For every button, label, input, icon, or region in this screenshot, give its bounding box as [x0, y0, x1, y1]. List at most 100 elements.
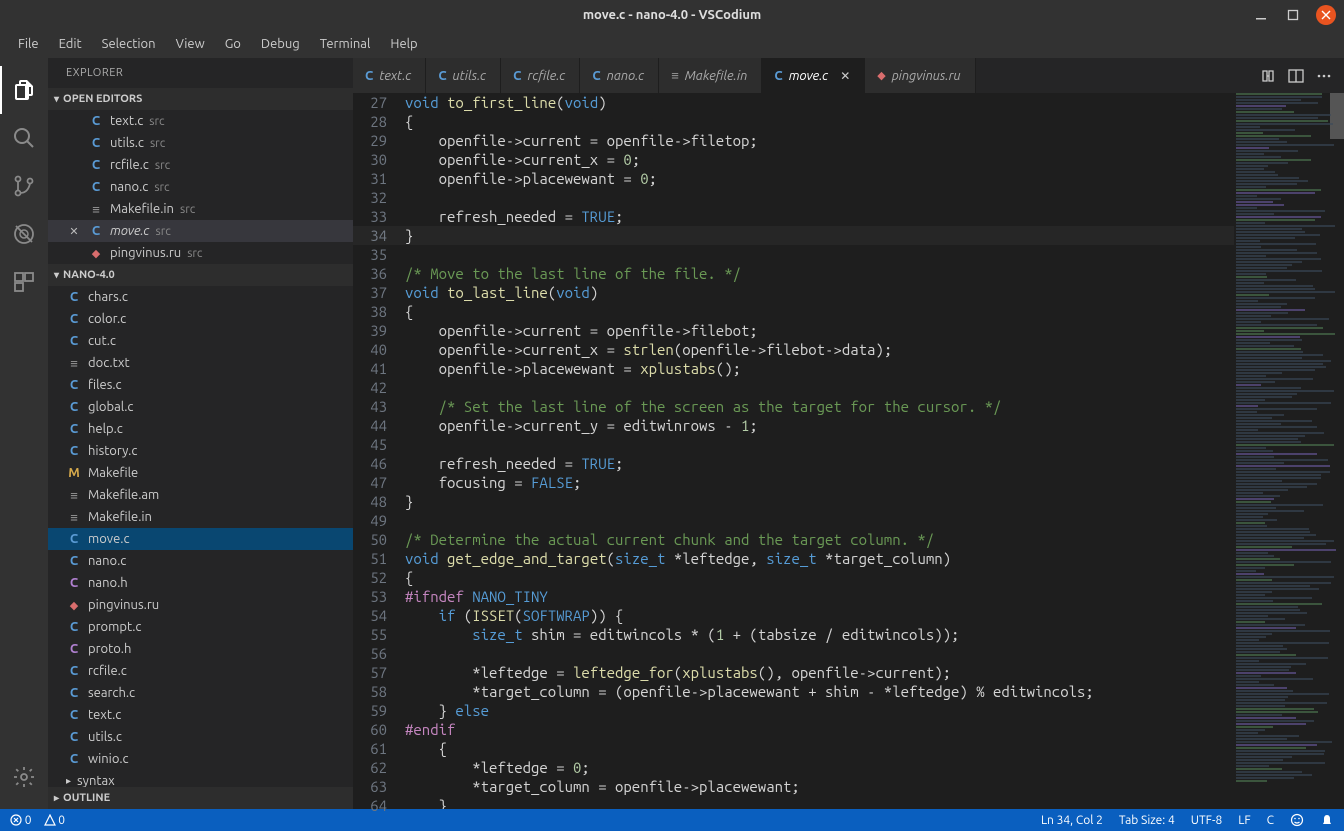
project-file-item[interactable]: Cnano.c — [48, 550, 353, 572]
code-line[interactable]: refresh_needed = TRUE; — [405, 207, 1234, 226]
code-line[interactable]: { — [405, 739, 1234, 758]
close-button[interactable] — [1316, 5, 1336, 25]
code-line[interactable] — [405, 245, 1234, 264]
tab-text-c[interactable]: Ctext.c — [353, 58, 426, 93]
project-file-item[interactable]: Ccut.c — [48, 330, 353, 352]
menu-view[interactable]: View — [166, 33, 215, 55]
code-line[interactable]: openfile->current_y = editwinrows - 1; — [405, 416, 1234, 435]
code-line[interactable]: openfile->current_x = strlen(openfile->f… — [405, 340, 1234, 359]
code-line[interactable]: openfile->placewewant = xplustabs(); — [405, 359, 1234, 378]
open-editor-item[interactable]: ≡Makefile.insrc — [48, 198, 353, 220]
status-feedback-icon[interactable] — [1290, 813, 1304, 827]
project-file-item[interactable]: Cfiles.c — [48, 374, 353, 396]
open-editor-item[interactable]: Crcfile.csrc — [48, 154, 353, 176]
open-editor-item[interactable]: ◆pingvinus.rusrc — [48, 242, 353, 264]
project-file-item[interactable]: Csearch.c — [48, 682, 353, 704]
code-line[interactable]: { — [405, 568, 1234, 587]
project-file-item[interactable]: ≡Makefile.am — [48, 484, 353, 506]
minimap-scroll-thumb[interactable] — [1330, 93, 1344, 139]
code-line[interactable]: { — [405, 302, 1234, 321]
project-file-item[interactable]: ≡Makefile.in — [48, 506, 353, 528]
code-line[interactable] — [405, 644, 1234, 663]
code-line[interactable]: *target_column = (openfile->placewewant … — [405, 682, 1234, 701]
project-file-item[interactable]: Cutils.c — [48, 726, 353, 748]
code-line[interactable] — [405, 435, 1234, 454]
project-file-item[interactable]: ◆pingvinus.ru — [48, 594, 353, 616]
code-line[interactable]: if (ISSET(SOFTWRAP)) { — [405, 606, 1234, 625]
activity-explorer-icon[interactable] — [0, 66, 48, 114]
code-line[interactable]: #ifndef NANO_TINY — [405, 587, 1234, 606]
project-file-item[interactable]: Cproto.h — [48, 638, 353, 660]
project-file-item[interactable]: Cmove.c — [48, 528, 353, 550]
code-line[interactable]: void to_first_line(void) — [405, 93, 1234, 112]
code-line[interactable]: openfile->current = openfile->filebot; — [405, 321, 1234, 340]
project-file-item[interactable]: Cnano.h — [48, 572, 353, 594]
status-position[interactable]: Ln 34, Col 2 — [1041, 814, 1103, 827]
project-file-item[interactable]: Ctext.c — [48, 704, 353, 726]
project-file-item[interactable]: ▸syntax — [48, 770, 353, 787]
code-line[interactable]: #endif — [405, 720, 1234, 739]
code-line[interactable]: *leftedge = leftedge_for(xplustabs(), op… — [405, 663, 1234, 682]
section-open-editors[interactable]: ▾ OPEN EDITORS — [48, 88, 353, 110]
project-file-item[interactable]: ≡doc.txt — [48, 352, 353, 374]
code-line[interactable]: void to_last_line(void) — [405, 283, 1234, 302]
code-line[interactable]: } — [405, 796, 1234, 809]
activity-settings-icon[interactable] — [0, 753, 48, 801]
editor-body[interactable]: 2728293031323334353637383940414243444546… — [353, 93, 1344, 809]
code[interactable]: void to_first_line(void) { openfile->curr… — [405, 93, 1234, 809]
status-language[interactable]: C — [1267, 814, 1274, 827]
code-line[interactable]: void get_edge_and_target(size_t *leftedg… — [405, 549, 1234, 568]
more-icon[interactable] — [1316, 68, 1332, 84]
tab-rcfile-c[interactable]: Crcfile.c — [501, 58, 580, 93]
status-errors[interactable]: 0 — [10, 814, 32, 827]
code-line[interactable]: } — [405, 492, 1234, 511]
menu-terminal[interactable]: Terminal — [310, 33, 381, 55]
project-file-item[interactable]: Crcfile.c — [48, 660, 353, 682]
project-file-item[interactable]: Chelp.c — [48, 418, 353, 440]
section-project[interactable]: ▾ NANO-4.0 — [48, 264, 353, 286]
tab-utils-c[interactable]: Cutils.c — [426, 58, 501, 93]
project-file-item[interactable]: MMakefile — [48, 462, 353, 484]
project-file-item[interactable]: Chistory.c — [48, 440, 353, 462]
activity-extensions-icon[interactable] — [0, 258, 48, 306]
code-line[interactable]: *leftedge = 0; — [405, 758, 1234, 777]
project-file-item[interactable]: Cglobal.c — [48, 396, 353, 418]
close-icon[interactable]: ✕ — [66, 225, 82, 238]
minimap[interactable] — [1234, 93, 1344, 809]
maximize-button[interactable] — [1284, 6, 1302, 24]
tab-nano-c[interactable]: Cnano.c — [580, 58, 659, 93]
minimize-button[interactable] — [1252, 6, 1270, 24]
close-icon[interactable]: ✕ — [840, 69, 850, 83]
activity-scm-icon[interactable] — [0, 162, 48, 210]
code-line[interactable]: size_t shim = editwincols * (1 + (tabsiz… — [405, 625, 1234, 644]
open-editor-item[interactable]: Ctext.csrc — [48, 110, 353, 132]
menu-edit[interactable]: Edit — [49, 33, 92, 55]
split-editor-icon[interactable] — [1288, 68, 1304, 84]
project-file-item[interactable]: Cchars.c — [48, 286, 353, 308]
code-line[interactable]: /* Determine the actual current chunk an… — [405, 530, 1234, 549]
menu-help[interactable]: Help — [380, 33, 427, 55]
code-line[interactable]: *target_column = openfile->placewewant; — [405, 777, 1234, 796]
project-file-item[interactable]: Cwinio.c — [48, 748, 353, 770]
code-line[interactable]: refresh_needed = TRUE; — [405, 454, 1234, 473]
code-line[interactable] — [405, 378, 1234, 397]
tab-pingvinus-ru[interactable]: ◆pingvinus.ru — [865, 58, 975, 93]
activity-search-icon[interactable] — [0, 114, 48, 162]
menu-file[interactable]: File — [8, 33, 49, 55]
open-editor-item[interactable]: Cnano.csrc — [48, 176, 353, 198]
code-line[interactable]: openfile->current_x = 0; — [405, 150, 1234, 169]
status-warnings[interactable]: 0 — [44, 814, 66, 827]
activity-debug-icon[interactable] — [0, 210, 48, 258]
code-line[interactable]: /* Set the last line of the screen as th… — [405, 397, 1234, 416]
menu-selection[interactable]: Selection — [92, 33, 166, 55]
open-editor-item[interactable]: ✕Cmove.csrc — [48, 220, 353, 242]
section-outline[interactable]: ▸ OUTLINE — [48, 787, 353, 809]
status-encoding[interactable]: UTF-8 — [1191, 814, 1222, 827]
tab-move-c[interactable]: Cmove.c✕ — [762, 58, 865, 93]
menu-go[interactable]: Go — [215, 33, 251, 55]
tab-Makefile-in[interactable]: ≡Makefile.in — [659, 58, 762, 93]
open-editor-item[interactable]: Cutils.csrc — [48, 132, 353, 154]
code-line[interactable]: openfile->placewewant = 0; — [405, 169, 1234, 188]
diff-icon[interactable] — [1260, 68, 1276, 84]
project-file-item[interactable]: Cprompt.c — [48, 616, 353, 638]
